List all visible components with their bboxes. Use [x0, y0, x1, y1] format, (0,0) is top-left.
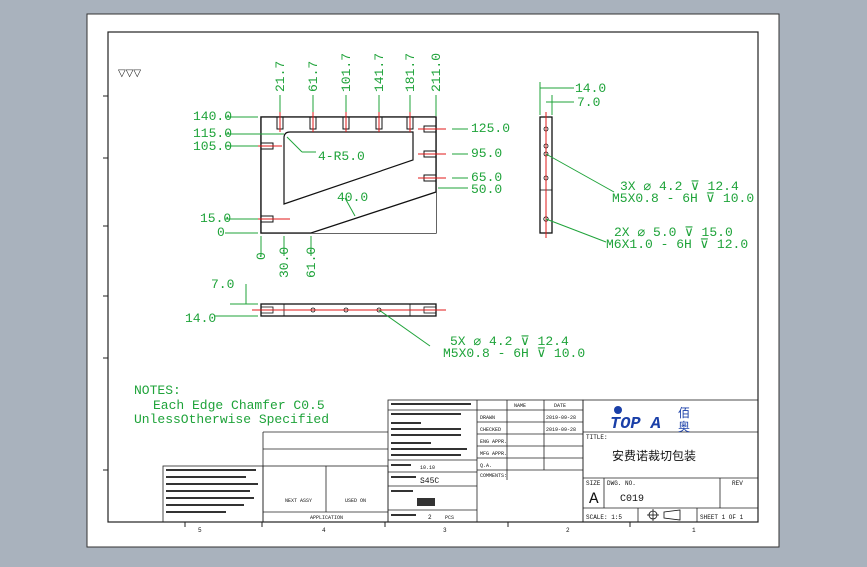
dim-101-7: 101.7: [339, 53, 354, 92]
side-hole-note-1b: M5X0.8 - 6H ⊽ 10.0: [612, 191, 754, 206]
scale-label: SCALE: 1:5: [586, 514, 622, 521]
dim-125: 125.0: [471, 121, 510, 136]
angle-note: 40.0: [337, 190, 368, 205]
bottom-dim-7: 7.0: [211, 277, 234, 292]
label-drawn: DRAWN: [480, 415, 495, 421]
zone-5: 5: [198, 527, 202, 534]
dim-105: 105.0: [193, 139, 232, 154]
zone-3: 3: [443, 527, 447, 534]
label-used-on: USED ON: [345, 498, 366, 504]
logo-text: TOP A: [610, 415, 661, 434]
company-logo: TOP A 佰 奥: [608, 403, 690, 435]
notes-line-2: UnlessOtherwise Specified: [134, 412, 329, 427]
dim-211-0: 211.0: [429, 53, 444, 92]
side-dim-7: 7.0: [577, 95, 600, 110]
bottom-dim-14: 14.0: [185, 311, 216, 326]
sheet-label: SHEET 1 OF 1: [700, 514, 744, 521]
dwg-value: C019: [620, 494, 644, 505]
cad-viewport[interactable]: 5 4 3 2 1 ▽▽▽ 21.7 61.7 101.7 141.7 181.…: [0, 0, 867, 562]
logo-cn-2: 奥: [678, 420, 690, 435]
label-date: DATE: [554, 403, 566, 409]
rev-label: REV: [732, 480, 743, 487]
dim-21-7: 21.7: [273, 61, 288, 92]
finish-value: 10.10: [420, 465, 435, 471]
logo-cn-1: 佰: [678, 406, 690, 421]
dim-140: 140.0: [193, 109, 232, 124]
dim-61: 61.0: [304, 247, 319, 278]
date-checked: 2019-09-28: [546, 427, 576, 433]
zone-2: 2: [566, 527, 570, 534]
label-checked: CHECKED: [480, 427, 501, 433]
drawing-title: 安费诺裁切包装: [612, 448, 696, 463]
side-hole-note-2b: M6X1.0 - 6H ⊽ 12.0: [606, 237, 748, 252]
label-qa: Q.A.: [480, 463, 492, 469]
side-dim-14: 14.0: [575, 81, 606, 96]
bottom-hole-note-b: M5X0.8 - 6H ⊽ 10.0: [443, 346, 585, 361]
surface-finish-symbol: ▽▽▽: [118, 69, 141, 80]
drawing-canvas[interactable]: 5 4 3 2 1 ▽▽▽ 21.7 61.7 101.7 141.7 181.…: [0, 0, 867, 562]
notes-heading: NOTES:: [134, 383, 181, 398]
label-mfg: MFG APPR.: [480, 451, 507, 457]
label-next-assy: NEXT ASSY: [285, 498, 312, 504]
label-comments: COMMENTS:: [480, 473, 507, 479]
weight-value: 2: [428, 514, 432, 521]
dim-30: 30.0: [277, 247, 292, 278]
size-label: SIZE: [586, 480, 601, 487]
dim-50: 50.0: [471, 182, 502, 197]
label-pcs: PCS: [445, 515, 454, 521]
dim-141-7: 141.7: [372, 53, 387, 92]
zone-1: 1: [692, 527, 696, 534]
dim-95: 95.0: [471, 146, 502, 161]
material-value: S45C: [420, 477, 439, 486]
dim-61-7: 61.7: [306, 61, 321, 92]
zone-4: 4: [322, 527, 326, 534]
title-label: TITLE:: [586, 434, 608, 441]
label-name: NAME: [514, 403, 526, 409]
dwg-label: DWG. NO.: [607, 480, 636, 487]
dim-0-bottom: 0: [254, 252, 269, 260]
dim-181-7: 181.7: [403, 53, 418, 92]
size-value: A: [589, 490, 599, 508]
notes-line-1: Each Edge Chamfer C0.5: [153, 398, 325, 413]
date-drawn: 2019-09-28: [546, 415, 576, 421]
radius-note: 4-R5.0: [318, 149, 365, 164]
dim-15: 15.0: [200, 211, 231, 226]
dim-0-left: 0: [217, 225, 225, 240]
label-eng: ENG APPR.: [480, 439, 507, 445]
label-application: APPLICATION: [310, 515, 343, 521]
